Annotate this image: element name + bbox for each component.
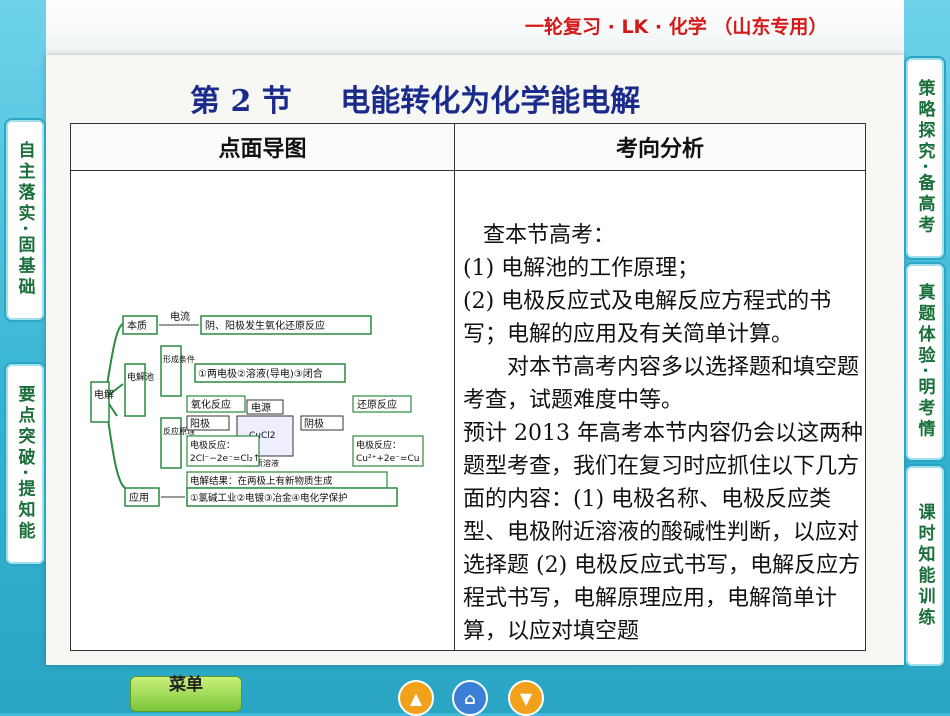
tab-strategy[interactable]: 策略探究·备高考 [904, 56, 946, 260]
menu-button[interactable]: 菜单 [130, 676, 242, 712]
section-topic: 电能转化为化学能电解 [340, 84, 641, 119]
analysis-cell: 查本节高考： (1) 电解池的工作原理； (2) 电极反应式及电解反应方程式的书… [454, 170, 866, 651]
tab-real-exam[interactable]: 真题体验·明考情 [904, 262, 946, 462]
essence-arrow-label: 电流 [170, 310, 190, 323]
electrolysis-mindmap: 电解 本质 电流 阴、阳极发生氧化还原反应 电解池 形成条件 ①两电极②溶液(导… [90, 310, 424, 507]
anode-equation: 2Cl⁻−2e⁻=Cl₂↑ [190, 454, 260, 464]
anode-eq-title: 电极反应： [190, 439, 235, 451]
content-table: 点面导图 考向分析 电解 本质 电流 阴、阳极发生氧化还原反应 电解池 形成条件… [70, 123, 866, 651]
power-label: 电源 [251, 401, 271, 414]
arrow-down-icon: ▼ [519, 688, 533, 708]
analysis-line: 预计 2013 年高考本节内容仍会以这两种题型考查，我们在复习时应抓住以下几方面… [463, 421, 863, 644]
anode-label: 阳极 [190, 417, 210, 430]
analysis-line: (1) 电解池的工作原理； [463, 256, 700, 281]
analysis-line: (2) 电极反应式及电解反应方程式的书写；电解的应用及有关简单计算。 [463, 289, 832, 347]
oxidation-label: 氧化反应 [191, 398, 231, 411]
cathode-eq-title: 电极反应： [356, 439, 401, 451]
node-cell: 电解池 [127, 371, 154, 383]
analysis-line: 查本节高考： [483, 223, 616, 248]
course-tag: 一轮复习 · LK · 化学 （山东专用） [525, 16, 828, 38]
home-button[interactable]: ⌂ [452, 680, 488, 716]
node-essence: 本质 [127, 319, 147, 332]
prev-page-button[interactable]: ▲ [398, 680, 434, 716]
application-desc: ①氯碱工业②电镀③冶金④电化学保护 [190, 492, 348, 504]
page-title: 第 2 节 电能转化为化学能电解 [190, 76, 640, 120]
node-formation: 形成条件 [163, 354, 195, 364]
node-application: 应用 [129, 491, 149, 504]
cathode-equation: Cu²⁺+2e⁻=Cu [356, 454, 419, 464]
next-page-button[interactable]: ▼ [508, 680, 544, 716]
tab-training[interactable]: 课时知能训练 [904, 464, 946, 668]
home-icon: ⌂ [464, 688, 476, 708]
tab-key-points[interactable]: 要点突破·提知能 [4, 362, 46, 566]
formation-desc: ①两电极②溶液(导电)③闭合 [198, 367, 323, 380]
electrolysis-result: 电解结果：在两极上有新物质生成 [190, 475, 333, 487]
col-header-analysis: 考向分析 [454, 123, 866, 171]
section-number: 第 2 节 [190, 84, 292, 119]
tab-foundation[interactable]: 自主落实·固基础 [4, 118, 46, 322]
essence-desc: 阴、阳极发生氧化还原反应 [205, 319, 325, 332]
mindmap-cell: 电解 本质 电流 阴、阳极发生氧化还原反应 电解池 形成条件 ①两电极②溶液(导… [70, 170, 455, 651]
root-node: 电解 [94, 388, 114, 401]
cathode-label: 阴极 [304, 417, 324, 430]
analysis-text: 查本节高考： (1) 电解池的工作原理； (2) 电极反应式及电解反应方程式的书… [463, 219, 863, 648]
arrow-up-icon: ▲ [409, 688, 423, 708]
reduction-label: 还原反应 [357, 398, 397, 411]
analysis-line: 对本节高考内容多以选择题和填空题考查，试题难度中等。 [463, 355, 860, 413]
col-header-mindmap: 点面导图 [70, 123, 455, 171]
